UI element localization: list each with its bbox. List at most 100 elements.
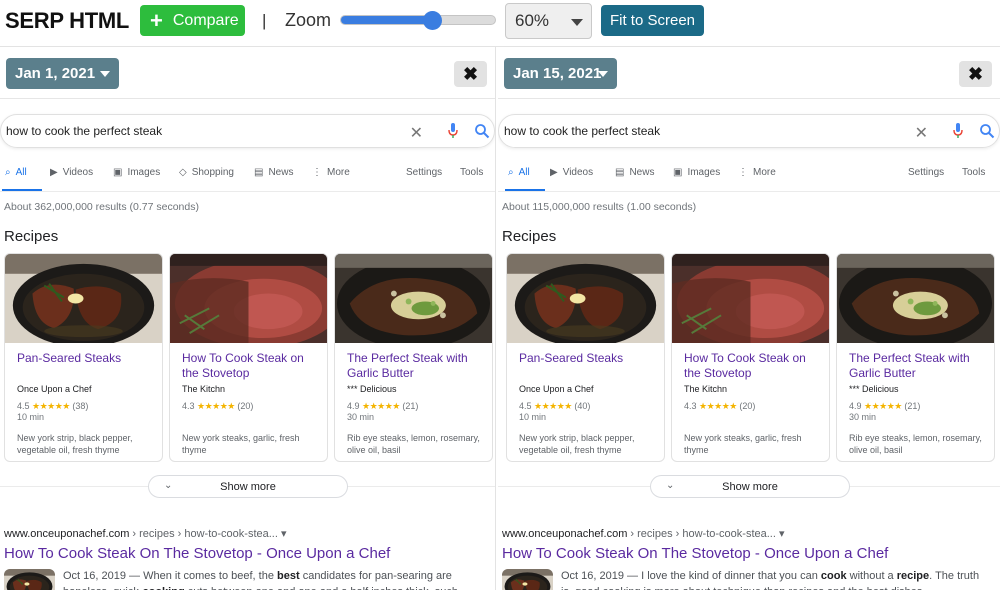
tab-videos[interactable]: ▶ Videos bbox=[50, 167, 93, 178]
tab-images[interactable]: ▣ Images bbox=[673, 167, 720, 178]
result-date: Oct 16, 2019 bbox=[63, 570, 126, 582]
result-thumbnail[interactable] bbox=[502, 569, 553, 590]
tab-more[interactable]: ⋮ More bbox=[312, 167, 350, 178]
chevron-down-icon bbox=[598, 71, 608, 77]
compare-label: Compare bbox=[172, 11, 239, 29]
tab-news[interactable]: ▤ News bbox=[254, 167, 293, 178]
search-icon[interactable] bbox=[979, 123, 995, 139]
tab-label: News bbox=[629, 167, 655, 178]
recipe-rating: 4.5 ★★★★★ (38) bbox=[17, 401, 88, 412]
close-pane-button[interactable]: ✖ bbox=[454, 61, 487, 87]
mic-icon[interactable] bbox=[448, 123, 458, 139]
tab-tools[interactable]: Tools bbox=[962, 167, 985, 178]
more-tab-icon: ⋮ bbox=[312, 167, 322, 178]
date-select[interactable]: Jan 15, 2021 bbox=[504, 58, 617, 89]
tab-images[interactable]: ▣ Images bbox=[113, 167, 160, 178]
zoom-label: Zoom bbox=[285, 10, 332, 30]
search-input[interactable]: how to cook the perfect steak bbox=[6, 124, 162, 138]
tab-label: More bbox=[753, 167, 776, 178]
show-more-button[interactable]: ⌄ Show more bbox=[148, 475, 348, 498]
tab-settings[interactable]: Settings bbox=[908, 167, 944, 178]
zoom-slider[interactable] bbox=[340, 11, 496, 30]
close-pane-button[interactable]: ✖ bbox=[959, 61, 992, 87]
recipe-title[interactable]: The Perfect Steak with Garlic Butter bbox=[347, 351, 487, 381]
recipe-time: 10 min bbox=[519, 412, 547, 422]
zoom-select-value: 60% bbox=[515, 11, 550, 30]
show-more-label: Show more bbox=[220, 480, 276, 493]
star-rating-icon: ★★★★★ bbox=[864, 401, 902, 411]
recipe-image bbox=[170, 254, 327, 343]
recipe-card[interactable]: Pan-Seared Steaks Once Upon a Chef 4.5 ★★★… bbox=[506, 253, 665, 462]
all-tab-icon: ⌕ bbox=[5, 167, 11, 178]
recipe-ingredients: Rib eye steaks, lemon, rosemary, olive o… bbox=[849, 433, 982, 455]
chevron-down-icon: ⌄ bbox=[666, 480, 675, 491]
recipe-ingredients: Rib eye steaks, lemon, rosemary, olive o… bbox=[347, 433, 480, 455]
recipe-title[interactable]: Pan-Seared Steaks bbox=[519, 351, 659, 366]
recipe-title[interactable]: The Perfect Steak with Garlic Butter bbox=[849, 351, 989, 381]
recipe-card[interactable]: How To Cook Steak on the Stovetop The Kit… bbox=[671, 253, 830, 462]
recipe-ingredients: New york strip, black pepper, vegetable … bbox=[519, 433, 635, 455]
tab-news[interactable]: ▤ News bbox=[615, 167, 654, 178]
rating-value: 4.3 bbox=[182, 401, 198, 411]
snippet-text: without a bbox=[846, 570, 897, 582]
review-count: (20) bbox=[234, 401, 254, 411]
result-url[interactable]: www.onceuponachef.com › recipes › how-to… bbox=[4, 527, 287, 540]
search-icon[interactable] bbox=[474, 123, 490, 139]
recipe-rating: 4.5 ★★★★★ (40) bbox=[519, 401, 590, 412]
recipe-card[interactable]: How To Cook Steak on the Stovetop The Kit… bbox=[169, 253, 328, 462]
clear-icon[interactable]: ✕ bbox=[915, 123, 928, 143]
recipe-source: Once Upon a Chef bbox=[17, 384, 92, 394]
zoom-slider-thumb[interactable] bbox=[423, 11, 442, 30]
recipes-heading: Recipes bbox=[4, 228, 59, 245]
result-path: › recipes › how-to-cook-stea... ▾ bbox=[129, 528, 287, 540]
recipe-time: 10 min bbox=[17, 412, 45, 422]
review-count: (20) bbox=[736, 401, 756, 411]
search-box[interactable]: how to cook the perfect steak ✕ bbox=[0, 114, 495, 148]
chevron-down-icon bbox=[100, 71, 110, 77]
zoom-select[interactable]: 60% bbox=[505, 3, 592, 39]
tab-all[interactable]: ⌕ All bbox=[5, 167, 27, 178]
rating-value: 4.9 bbox=[849, 401, 865, 411]
recipe-rating: 4.3 ★★★★★ (20) bbox=[182, 401, 253, 412]
all-tab-icon: ⌕ bbox=[508, 167, 514, 178]
tabs-divider bbox=[498, 191, 1000, 192]
recipe-title[interactable]: How To Cook Steak on the Stovetop bbox=[684, 351, 824, 381]
recipe-card[interactable]: The Perfect Steak with Garlic Butter *** … bbox=[334, 253, 493, 462]
serp-pane-left: Jan 1, 2021 ✖ how to cook the perfect st… bbox=[0, 47, 496, 590]
snippet-text: — When it comes to beef, the bbox=[126, 570, 278, 582]
recipe-time: 30 min bbox=[347, 412, 375, 422]
search-tabs: ⌕ All ▶ Videos ▤ News ▣ Images ⋮ More Settings Tool… bbox=[498, 165, 1000, 191]
recipe-title[interactable]: How To Cook Steak on the Stovetop bbox=[182, 351, 322, 381]
show-more-button[interactable]: ⌄ Show more bbox=[650, 475, 850, 498]
toolbar-separator: | bbox=[262, 11, 267, 30]
result-title-link[interactable]: How To Cook Steak On The Stovetop - Once… bbox=[4, 545, 390, 562]
recipe-ingredients: New york steaks, garlic, fresh thyme bbox=[684, 433, 802, 455]
result-title-link[interactable]: How To Cook Steak On The Stovetop - Once… bbox=[502, 545, 888, 562]
recipe-title[interactable]: Pan-Seared Steaks bbox=[17, 351, 157, 366]
fit-to-screen-button[interactable]: Fit to Screen bbox=[601, 5, 704, 36]
tab-all[interactable]: ⌕ All bbox=[508, 167, 530, 178]
compare-button[interactable]: + Compare bbox=[140, 5, 245, 36]
result-snippet: Oct 16, 2019 — When it comes to beef, th… bbox=[63, 568, 483, 590]
shopping-tab-icon: ◇ bbox=[179, 167, 187, 178]
result-thumbnail[interactable] bbox=[4, 569, 55, 590]
recipe-card[interactable]: The Perfect Steak with Garlic Butter *** … bbox=[836, 253, 995, 462]
recipe-source: Once Upon a Chef bbox=[519, 384, 594, 394]
recipe-rating: 4.3 ★★★★★ (20) bbox=[684, 401, 755, 412]
search-box[interactable]: how to cook the perfect steak ✕ bbox=[498, 114, 1000, 148]
mic-icon[interactable] bbox=[953, 123, 963, 139]
result-url[interactable]: www.onceuponachef.com › recipes › how-to… bbox=[502, 527, 785, 540]
tab-more[interactable]: ⋮ More bbox=[738, 167, 776, 178]
plus-icon: + bbox=[150, 7, 163, 33]
tab-label: Videos bbox=[62, 167, 94, 178]
clear-icon[interactable]: ✕ bbox=[410, 123, 423, 143]
tab-shopping[interactable]: ◇ Shopping bbox=[179, 167, 234, 178]
recipe-ingredients: New york steaks, garlic, fresh thyme bbox=[182, 433, 300, 455]
recipe-card[interactable]: Pan-Seared Steaks Once Upon a Chef 4.5 ★★★… bbox=[4, 253, 163, 462]
tab-tools[interactable]: Tools bbox=[460, 167, 483, 178]
tab-videos[interactable]: ▶ Videos bbox=[550, 167, 593, 178]
search-input[interactable]: how to cook the perfect steak bbox=[504, 124, 660, 138]
tab-settings[interactable]: Settings bbox=[406, 167, 442, 178]
date-select[interactable]: Jan 1, 2021 bbox=[6, 58, 119, 89]
snippet-bold: best bbox=[277, 570, 300, 582]
